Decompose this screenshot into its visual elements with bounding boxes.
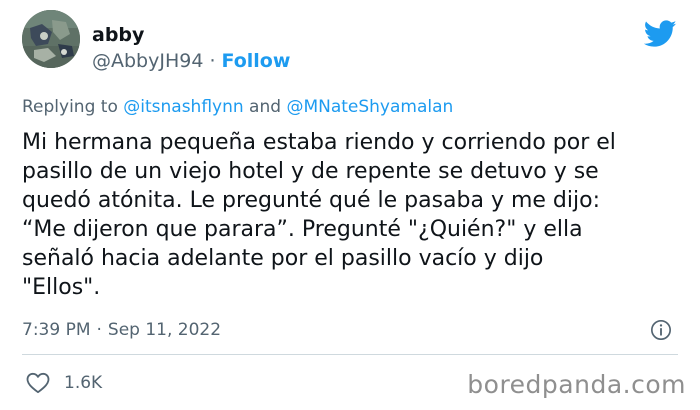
mention-itsnashflynn[interactable]: @itsnashflynn [123, 97, 243, 117]
divider [22, 354, 678, 355]
mention-mnateshyamalan[interactable]: @MNateShyamalan [286, 97, 453, 117]
replying-to: Replying to @itsnashflynn and @MNateShya… [22, 97, 453, 117]
twitter-bird-icon[interactable] [644, 20, 677, 48]
tweet-text-line: “Me dijeron que parara”. Pregunté "¿Quié… [22, 217, 583, 242]
avatar[interactable] [22, 10, 80, 68]
follow-button[interactable]: Follow [221, 50, 290, 72]
tweet-timestamp[interactable]: 7:39 PM · Sep 11, 2022 [22, 320, 221, 340]
tweet-text: Mi hermana pequeña estaba riendo y corri… [22, 128, 682, 302]
replying-to-prefix: Replying to [22, 97, 118, 117]
info-icon[interactable] [650, 319, 672, 341]
like-count[interactable]: 1.6K [64, 373, 102, 393]
author-handle[interactable]: @AbbyJH94 [92, 50, 203, 72]
timestamp-separator: · [96, 320, 102, 340]
watermark: boredpanda.com [467, 370, 686, 399]
tweet-date: Sep 11, 2022 [107, 320, 222, 340]
heart-icon[interactable] [26, 372, 50, 394]
replying-to-conjunction: and [249, 97, 282, 117]
tweet-text-line: señaló hacia adelante por el pasillo vac… [22, 246, 544, 271]
tweet-text-line: quedó atónita. Le pregunté qué le pasaba… [22, 188, 600, 213]
handle-separator: · [209, 50, 216, 72]
tweet-time: 7:39 PM [22, 320, 91, 340]
avatar-image [22, 10, 80, 68]
tweet-text-line: Mi hermana pequeña estaba riendo y corri… [22, 130, 616, 155]
author-display-name[interactable]: abby [92, 24, 144, 46]
tweet-text-line: pasillo de un viejo hotel y de repente s… [22, 159, 599, 184]
tweet-text-line: "Ellos". [22, 275, 101, 300]
author-handle-row: @AbbyJH94 · Follow [92, 50, 290, 72]
